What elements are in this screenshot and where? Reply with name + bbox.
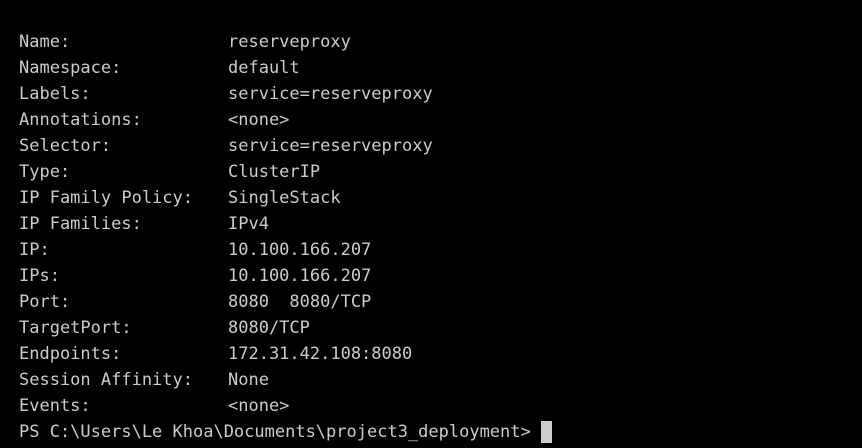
service-value: service=reserveproxy	[228, 84, 433, 104]
service-value: 8080/TCP	[228, 318, 310, 338]
service-value: 10.100.166.207	[228, 240, 372, 260]
service-row-endpoints: Endpoints: 172.31.42.108:8080	[19, 341, 862, 367]
service-value: default	[228, 58, 300, 78]
service-key: IP Family Policy:	[19, 188, 193, 208]
service-row-ip-family-policy: IP Family Policy: SingleStack	[19, 185, 862, 211]
service-row-port: Port: 8080 8080/TCP	[19, 289, 862, 315]
terminal-window[interactable]: Name: reserveproxy Namespace: default La…	[0, 0, 862, 448]
service-key: Type:	[19, 162, 71, 182]
service-row-namespace: Namespace: default	[19, 55, 862, 81]
service-row-session-affinity: Session Affinity: None	[19, 367, 862, 393]
service-value: <none>	[228, 110, 290, 130]
service-key: Name:	[19, 32, 71, 52]
service-value: None	[228, 370, 269, 390]
service-key: IP:	[19, 240, 50, 260]
service-value: ClusterIP	[228, 162, 321, 182]
prompt-text: PS C:\Users\Le Khoa\Documents\project3_d…	[19, 422, 531, 442]
service-row-type: Type: ClusterIP	[19, 159, 862, 185]
service-value: service=reserveproxy	[228, 136, 433, 156]
service-value: 8080 8080/TCP	[228, 292, 372, 312]
service-key: Namespace:	[19, 58, 122, 78]
service-row-annotations: Annotations: <none>	[19, 107, 862, 133]
service-row-ip: IP: 10.100.166.207	[19, 237, 862, 263]
service-key: Events:	[19, 396, 91, 416]
text-cursor[interactable]	[540, 421, 552, 443]
service-row-events: Events: <none>	[19, 393, 862, 419]
service-row-target-port: TargetPort: 8080/TCP	[19, 315, 862, 341]
service-value: SingleStack	[228, 188, 341, 208]
service-key: IP Families:	[19, 214, 142, 234]
service-value: 10.100.166.207	[228, 266, 372, 286]
service-key: Port:	[19, 292, 71, 312]
service-key: Labels:	[19, 84, 91, 104]
service-row-labels: Labels: service=reserveproxy	[19, 81, 862, 107]
service-key: Annotations:	[19, 110, 142, 130]
service-row-ip-families: IP Families: IPv4	[19, 211, 862, 237]
service-key: Selector:	[19, 136, 112, 156]
command-prompt[interactable]: PS C:\Users\Le Khoa\Documents\project3_d…	[19, 419, 862, 445]
service-key: Session Affinity:	[19, 370, 193, 390]
service-key: IPs:	[19, 266, 60, 286]
service-key: Endpoints:	[19, 344, 122, 364]
service-value: reserveproxy	[228, 32, 351, 52]
service-row-name: Name: reserveproxy	[19, 29, 862, 55]
service-value: 172.31.42.108:8080	[228, 344, 413, 364]
service-key: TargetPort:	[19, 318, 132, 338]
service-row-selector: Selector: service=reserveproxy	[19, 133, 862, 159]
service-value: IPv4	[228, 214, 269, 234]
service-value: <none>	[228, 396, 290, 416]
service-row-ips: IPs: 10.100.166.207	[19, 263, 862, 289]
